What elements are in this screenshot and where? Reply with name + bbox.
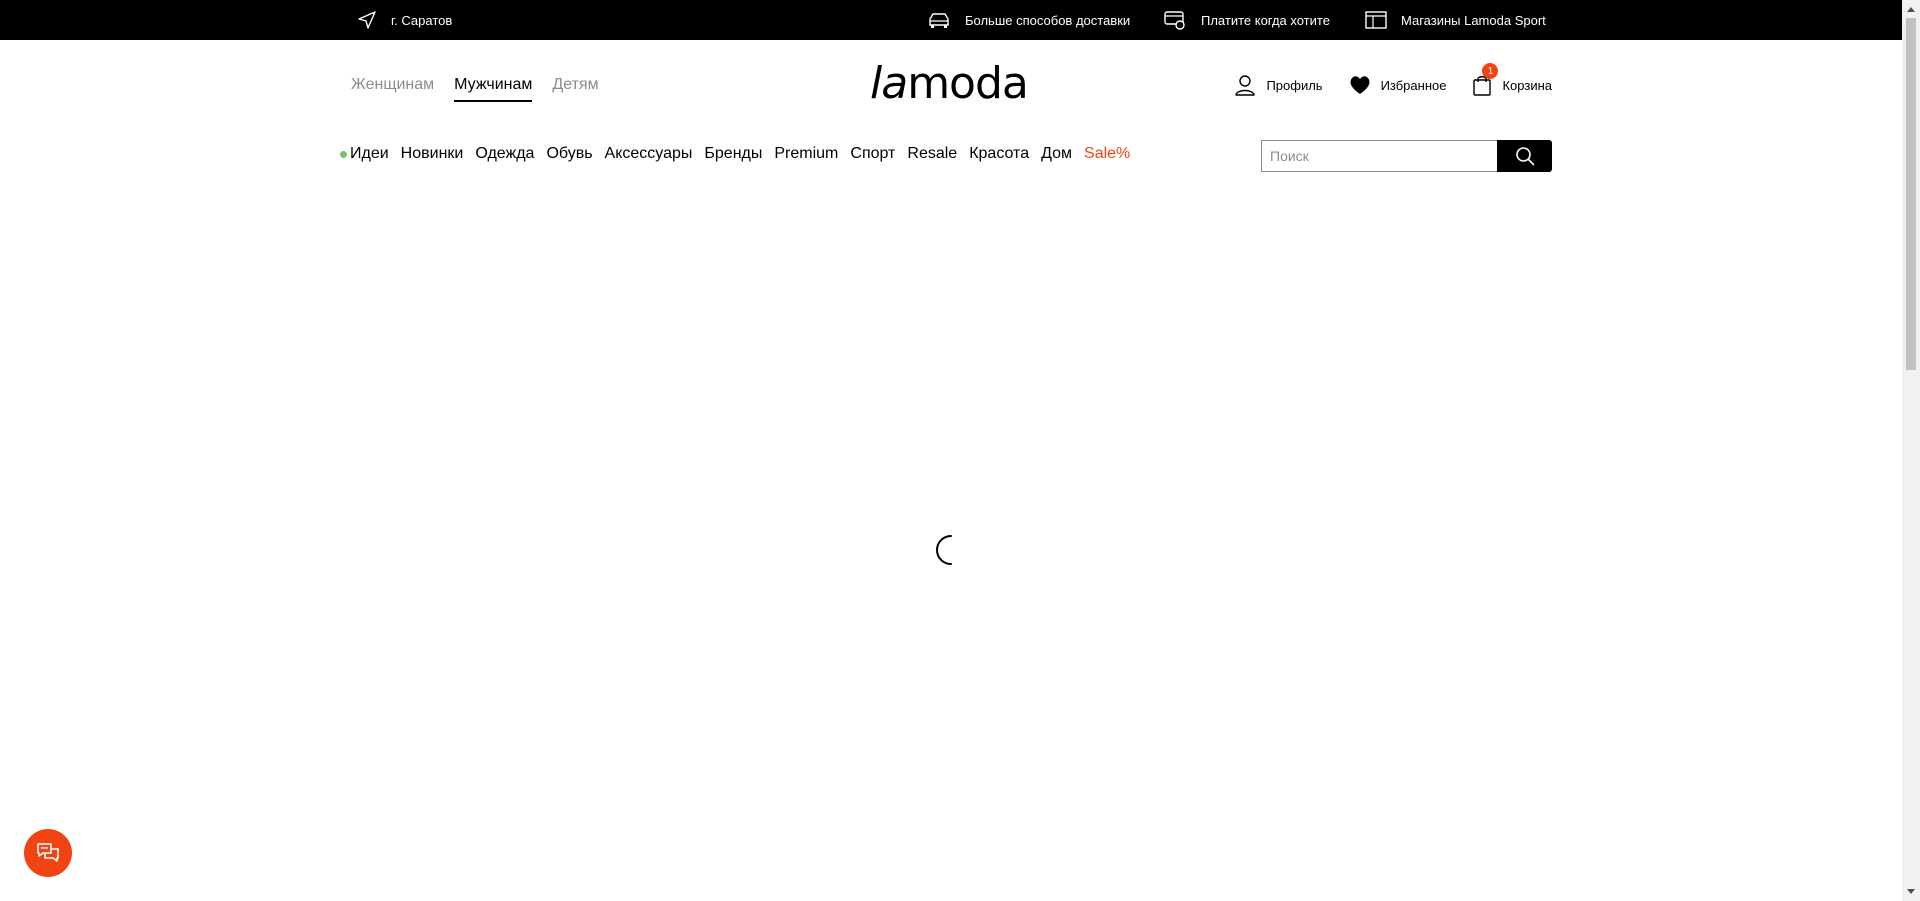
logo-part-moda: moda <box>907 58 1029 109</box>
favorites-label: Избранное <box>1380 77 1447 93</box>
search-bar <box>1261 140 1552 172</box>
scroll-thumb[interactable] <box>1906 18 1916 370</box>
delivery-label: Больше способов доставки <box>965 12 1131 28</box>
category-resale[interactable]: Resale <box>907 145 957 163</box>
chat-icon <box>37 843 59 862</box>
category-sport[interactable]: Спорт <box>850 145 895 163</box>
category-clothes[interactable]: Одежда <box>475 145 534 163</box>
tab-women[interactable]: Женщинам <box>351 76 434 102</box>
search-input[interactable] <box>1261 140 1497 172</box>
category-new[interactable]: Новинки <box>401 145 464 163</box>
tab-men[interactable]: Мужчинам <box>454 76 533 102</box>
lamoda-logo[interactable]: lamoda <box>870 58 1029 109</box>
car-icon <box>929 13 949 28</box>
cart-button[interactable]: 1 Корзина <box>1472 63 1552 96</box>
profile-label: Профиль <box>1266 77 1323 93</box>
category-shoes[interactable]: Обувь <box>546 145 592 163</box>
header: Женщинам Мужчинам Детям lamoda Профиль И… <box>0 40 1902 200</box>
heart-icon <box>1350 76 1370 94</box>
city-selector[interactable]: г. Саратов <box>357 0 452 40</box>
delivery-link[interactable]: Больше способов доставки <box>927 0 1130 40</box>
payment-icon <box>1164 11 1185 30</box>
pay-link[interactable]: Платите когда хотите <box>1163 0 1330 40</box>
stores-link[interactable]: Магазины Lamoda Sport <box>1365 0 1546 40</box>
category-nav: Идеи Новинки Одежда Обувь Аксессуары Бре… <box>340 145 1130 163</box>
header-actions: Профиль Избранное 1 Корзина <box>1234 63 1552 96</box>
pay-label: Платите когда хотите <box>1201 12 1330 28</box>
category-sale[interactable]: Sale% <box>1084 145 1130 163</box>
category-beauty[interactable]: Красота <box>969 145 1029 163</box>
profile-button[interactable]: Профиль <box>1234 74 1323 96</box>
category-premium[interactable]: Premium <box>774 145 838 163</box>
ideas-dot <box>340 150 347 158</box>
top-bar: г. Саратов Больше способов доставки Плат… <box>0 0 1902 40</box>
scroll-down-arrow[interactable] <box>1906 886 1916 898</box>
stores-label: Магазины Lamoda Sport <box>1401 12 1546 28</box>
tab-kids[interactable]: Детям <box>552 76 598 102</box>
navigation-arrow-icon <box>358 11 376 29</box>
search-button[interactable] <box>1497 140 1552 172</box>
scroll-up-arrow[interactable] <box>1906 3 1916 15</box>
store-icon <box>1365 11 1387 29</box>
logo-part-la: la <box>870 58 908 109</box>
search-icon <box>1515 147 1534 166</box>
gender-tabs: Женщинам Мужчинам Детям <box>351 76 599 102</box>
city-label: г. Саратов <box>391 12 453 28</box>
cart-label: Корзина <box>1502 77 1552 93</box>
category-ideas[interactable]: Идеи <box>350 145 389 163</box>
category-accessories[interactable]: Аксессуары <box>605 145 693 163</box>
cart-count-badge: 1 <box>1482 63 1499 79</box>
page-scrollbar[interactable] <box>1902 0 1920 901</box>
category-brands[interactable]: Бренды <box>704 145 762 163</box>
chat-button[interactable] <box>24 829 72 877</box>
favorites-button[interactable]: Избранное <box>1349 75 1447 95</box>
category-home[interactable]: Дом <box>1041 145 1072 163</box>
user-icon <box>1235 75 1256 96</box>
spinner-icon <box>936 535 952 565</box>
